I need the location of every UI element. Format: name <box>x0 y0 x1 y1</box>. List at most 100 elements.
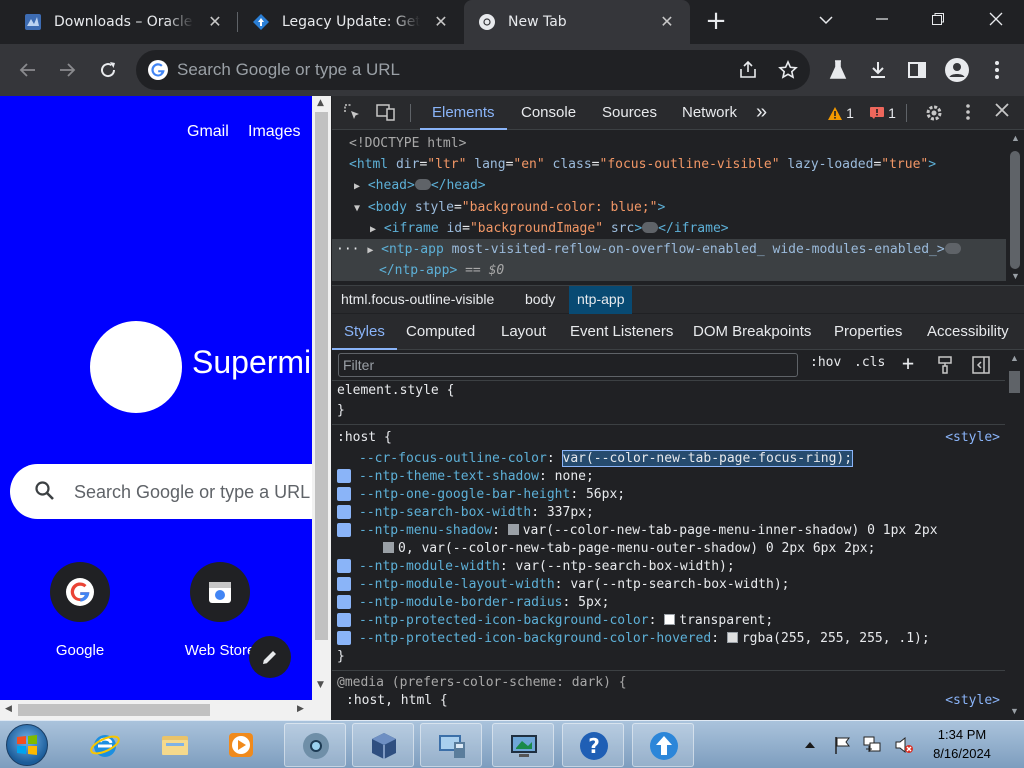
toggle-sidebar-icon[interactable] <box>972 356 990 374</box>
taskbar-file-explorer[interactable] <box>144 723 206 767</box>
expand-triangle-icon[interactable]: ▶ <box>370 224 376 235</box>
style-property[interactable]: --ntp-theme-text-shadow: none; <box>337 468 594 486</box>
devtools-menu-icon[interactable] <box>958 103 978 123</box>
style-property[interactable]: --cr-focus-outline-color: var(--color-ne… <box>359 450 854 468</box>
ntp-search-box[interactable] <box>10 464 312 519</box>
style-property[interactable]: --ntp-protected-icon-background-color: t… <box>337 612 773 630</box>
dom-node-head[interactable]: ▶ <head> </head> <box>354 175 486 196</box>
profile-avatar-icon[interactable] <box>941 54 973 86</box>
images-link[interactable]: Images <box>248 123 300 141</box>
back-icon[interactable] <box>12 54 44 86</box>
color-swatch[interactable] <box>726 632 738 643</box>
device-toolbar-icon[interactable] <box>376 103 396 123</box>
bookmark-star-icon[interactable] <box>772 54 804 86</box>
tab-properties[interactable]: Properties <box>834 314 902 350</box>
collapse-triangle-icon[interactable]: ▼ <box>354 203 360 214</box>
paint-brush-icon[interactable] <box>936 356 954 374</box>
property-value-selected[interactable]: var(--color-new-tab-page-focus-ring); <box>561 450 854 467</box>
start-button[interactable] <box>6 724 48 766</box>
styles-scrollbar[interactable]: ▲ ▼ <box>1005 351 1024 720</box>
restore-icon[interactable] <box>910 0 966 44</box>
media-query-header[interactable]: @media (prefers-color-scheme: dark) { <box>337 674 627 692</box>
chrome-menu-icon[interactable] <box>981 54 1013 86</box>
taskbar-help[interactable]: ? <box>562 723 624 767</box>
collapsed-ellipsis-icon[interactable] <box>944 243 961 254</box>
forward-icon[interactable] <box>51 54 83 86</box>
style-property[interactable]: --ntp-module-layout-width: var(--ntp-sea… <box>337 576 789 594</box>
devtools-tab-sources[interactable]: Sources <box>602 96 657 130</box>
dom-tree-scrollbar[interactable]: ▲ ▼ <box>1006 131 1024 283</box>
style-property-continuation[interactable]: 0, var(--color-new-tab-page-menu-outer-s… <box>383 540 875 558</box>
color-swatch[interactable] <box>507 524 519 535</box>
omnibox[interactable] <box>136 50 810 90</box>
style-source-link[interactable]: <style> <box>945 692 1000 710</box>
property-checkbox[interactable] <box>337 576 351 591</box>
property-checkbox[interactable] <box>337 468 351 483</box>
breadcrumb-body[interactable]: body <box>517 286 563 314</box>
color-swatch[interactable] <box>383 542 394 553</box>
taskbar-media-player[interactable] <box>210 723 272 767</box>
new-style-rule-icon[interactable]: + <box>902 351 914 375</box>
style-property[interactable]: --ntp-menu-shadow: var(--color-new-tab-p… <box>337 522 938 540</box>
property-checkbox[interactable] <box>337 504 351 519</box>
download-icon[interactable] <box>862 54 894 86</box>
expand-triangle-icon[interactable]: ▶ <box>367 245 373 256</box>
action-center-flag-icon[interactable] <box>834 735 852 755</box>
media-rule-header[interactable]: :host, html { <style> <box>346 692 1000 710</box>
collapsed-ellipsis-icon[interactable] <box>642 222 659 233</box>
shortcut-google[interactable]: Google <box>32 562 128 662</box>
style-property[interactable]: --ntp-module-width: var(--ntp-search-box… <box>337 558 735 576</box>
system-clock[interactable]: 1:34 PM 8/16/2024 <box>910 725 1014 763</box>
collapsed-ellipsis-icon[interactable] <box>414 179 431 190</box>
style-property[interactable]: --ntp-one-google-bar-height: 56px; <box>337 486 625 504</box>
style-source-link[interactable]: <style> <box>945 429 1000 447</box>
taskbar-display[interactable] <box>492 723 554 767</box>
tab-search-icon[interactable] <box>798 0 854 44</box>
side-panel-icon[interactable] <box>901 54 933 86</box>
property-checkbox[interactable] <box>337 594 351 609</box>
dom-node-html[interactable]: <html dir="ltr" lang="en" class="focus-o… <box>349 154 936 175</box>
customize-button[interactable] <box>249 636 291 678</box>
taskbar-internet-explorer[interactable] <box>74 723 136 767</box>
dom-node-ntp-app[interactable]: ··· ▶ <ntp-app most-visited-reflow-on-ov… <box>332 239 1006 260</box>
errors-badge[interactable]: 1 <box>870 104 896 121</box>
ntp-search-input[interactable] <box>74 479 312 505</box>
close-devtools-icon[interactable] <box>992 103 1012 123</box>
dom-tree[interactable]: <!DOCTYPE html> <html dir="ltr" lang="en… <box>332 131 1006 283</box>
color-swatch[interactable] <box>664 614 676 625</box>
close-icon[interactable]: ✕ <box>432 13 450 31</box>
dots-icon[interactable]: ··· <box>336 242 359 257</box>
dom-node-ntp-app-close[interactable]: </ntp-app> == $0 <box>332 260 1006 281</box>
inspect-element-icon[interactable] <box>342 103 362 123</box>
element-style-rule[interactable]: element.style { <box>337 382 454 400</box>
taskbar-legacy-update[interactable] <box>632 723 694 767</box>
property-checkbox[interactable] <box>337 612 351 627</box>
settings-gear-icon[interactable] <box>924 103 944 123</box>
hov-toggle[interactable]: :hov <box>810 355 841 370</box>
breadcrumb-ntp-app[interactable]: ntp-app <box>569 286 633 314</box>
close-icon[interactable]: ✕ <box>206 13 224 31</box>
share-icon[interactable] <box>732 54 764 86</box>
tab-legacy-update[interactable]: Legacy Update: Get back ✕ <box>252 0 462 44</box>
labs-flask-icon[interactable] <box>822 54 854 86</box>
breadcrumb-html[interactable]: html.focus-outline-visible <box>333 286 502 314</box>
styles-pane[interactable]: element.style { } :host { <style> --cr-f… <box>332 382 1005 720</box>
style-property[interactable]: --ntp-protected-icon-background-color-ho… <box>337 630 930 648</box>
tab-accessibility[interactable]: Accessibility <box>927 314 1009 350</box>
show-hidden-icons-icon[interactable] <box>804 740 816 750</box>
devtools-tab-network[interactable]: Network <box>682 96 737 130</box>
property-checkbox[interactable] <box>337 486 351 501</box>
style-property[interactable]: --ntp-module-border-radius: 5px; <box>337 594 609 612</box>
filter-input[interactable] <box>338 353 798 377</box>
new-tab-button[interactable]: + <box>688 0 744 44</box>
taskbar-virtualbox[interactable] <box>352 723 414 767</box>
close-window-icon[interactable] <box>968 0 1024 44</box>
dom-node-body[interactable]: ▼ <body style="background-color: blue;"> <box>354 197 665 218</box>
devtools-tab-elements[interactable]: Elements <box>420 96 507 130</box>
tab-downloads[interactable]: Downloads – Oracle VM ✕ <box>24 0 236 44</box>
tab-computed[interactable]: Computed <box>406 314 475 350</box>
taskbar-chrome[interactable] <box>284 723 346 767</box>
more-tabs-icon[interactable]: » <box>756 96 767 130</box>
omnibox-input[interactable] <box>177 58 697 82</box>
tab-dom-breakpoints[interactable]: DOM Breakpoints <box>693 314 811 350</box>
